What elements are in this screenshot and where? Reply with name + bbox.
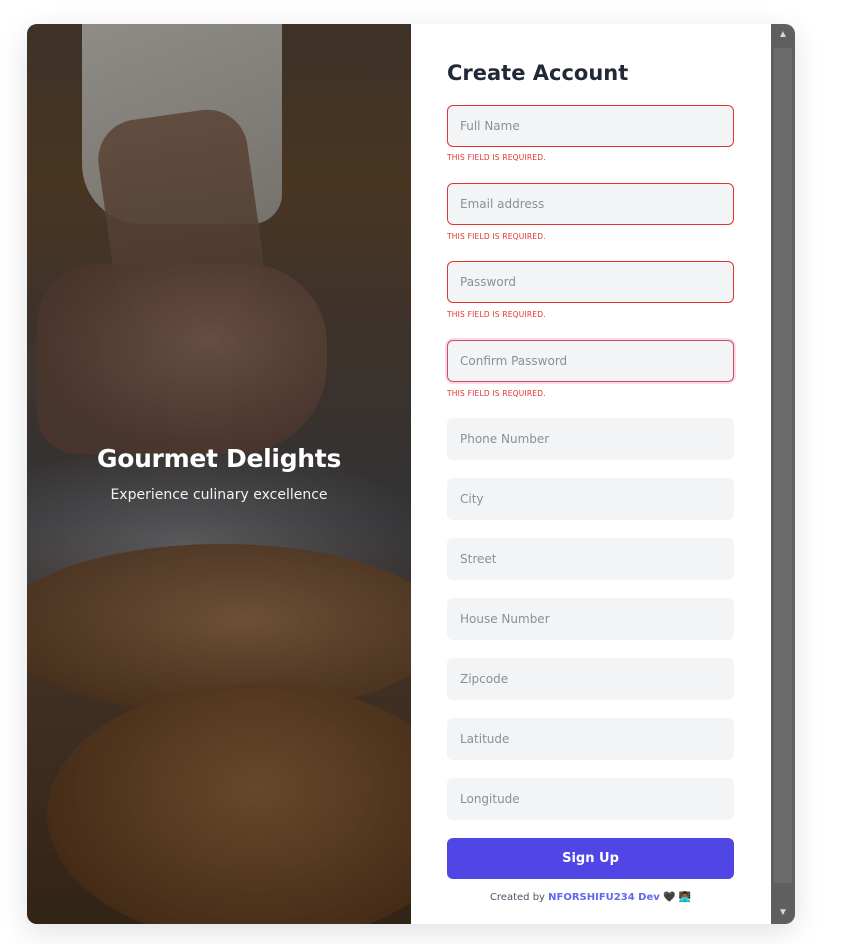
credit-line: Created by NFORSHIFU234 Dev 🖤 👨🏾‍💻 [447, 892, 734, 903]
scroll-up-icon[interactable]: ▲ [771, 24, 795, 46]
email-input[interactable] [447, 183, 734, 225]
author-link[interactable]: NFORSHIFU234 Dev [548, 892, 660, 903]
heart-icon: 🖤 [662, 892, 676, 903]
hero-image-panel: Gourmet Delights Experience culinary exc… [27, 24, 411, 924]
form-title: Create Account [447, 61, 629, 85]
scroll-down-icon[interactable]: ▼ [771, 902, 795, 924]
full-name-error: THIS FIELD IS REQUIRED. [447, 153, 546, 162]
zipcode-input[interactable] [447, 658, 734, 700]
email-error: THIS FIELD IS REQUIRED. [447, 232, 546, 241]
scroll-thumb[interactable] [774, 48, 792, 883]
confirm-password-error: THIS FIELD IS REQUIRED. [447, 389, 546, 398]
developer-emoji-icon: 👨🏾‍💻 [678, 892, 692, 903]
house-number-input[interactable] [447, 598, 734, 640]
signup-card: Gourmet Delights Experience culinary exc… [27, 24, 795, 924]
phone-number-input[interactable] [447, 418, 734, 460]
password-input[interactable] [447, 261, 734, 303]
street-input[interactable] [447, 538, 734, 580]
hero-title: Gourmet Delights [96, 444, 342, 473]
longitude-input[interactable] [447, 778, 734, 820]
hero-subtitle: Experience culinary excellence [110, 487, 328, 503]
city-input[interactable] [447, 478, 734, 520]
hero-dark-overlay [27, 24, 411, 924]
full-name-input[interactable] [447, 105, 734, 147]
signup-form: Create Account THIS FIELD IS REQUIRED. T… [411, 24, 771, 924]
latitude-input[interactable] [447, 718, 734, 760]
vertical-scrollbar[interactable]: ▲ ▼ [771, 24, 795, 924]
password-error: THIS FIELD IS REQUIRED. [447, 310, 546, 319]
sign-up-button[interactable]: Sign Up [447, 838, 734, 879]
credit-prefix: Created by [489, 892, 545, 903]
confirm-password-input[interactable] [447, 340, 734, 382]
